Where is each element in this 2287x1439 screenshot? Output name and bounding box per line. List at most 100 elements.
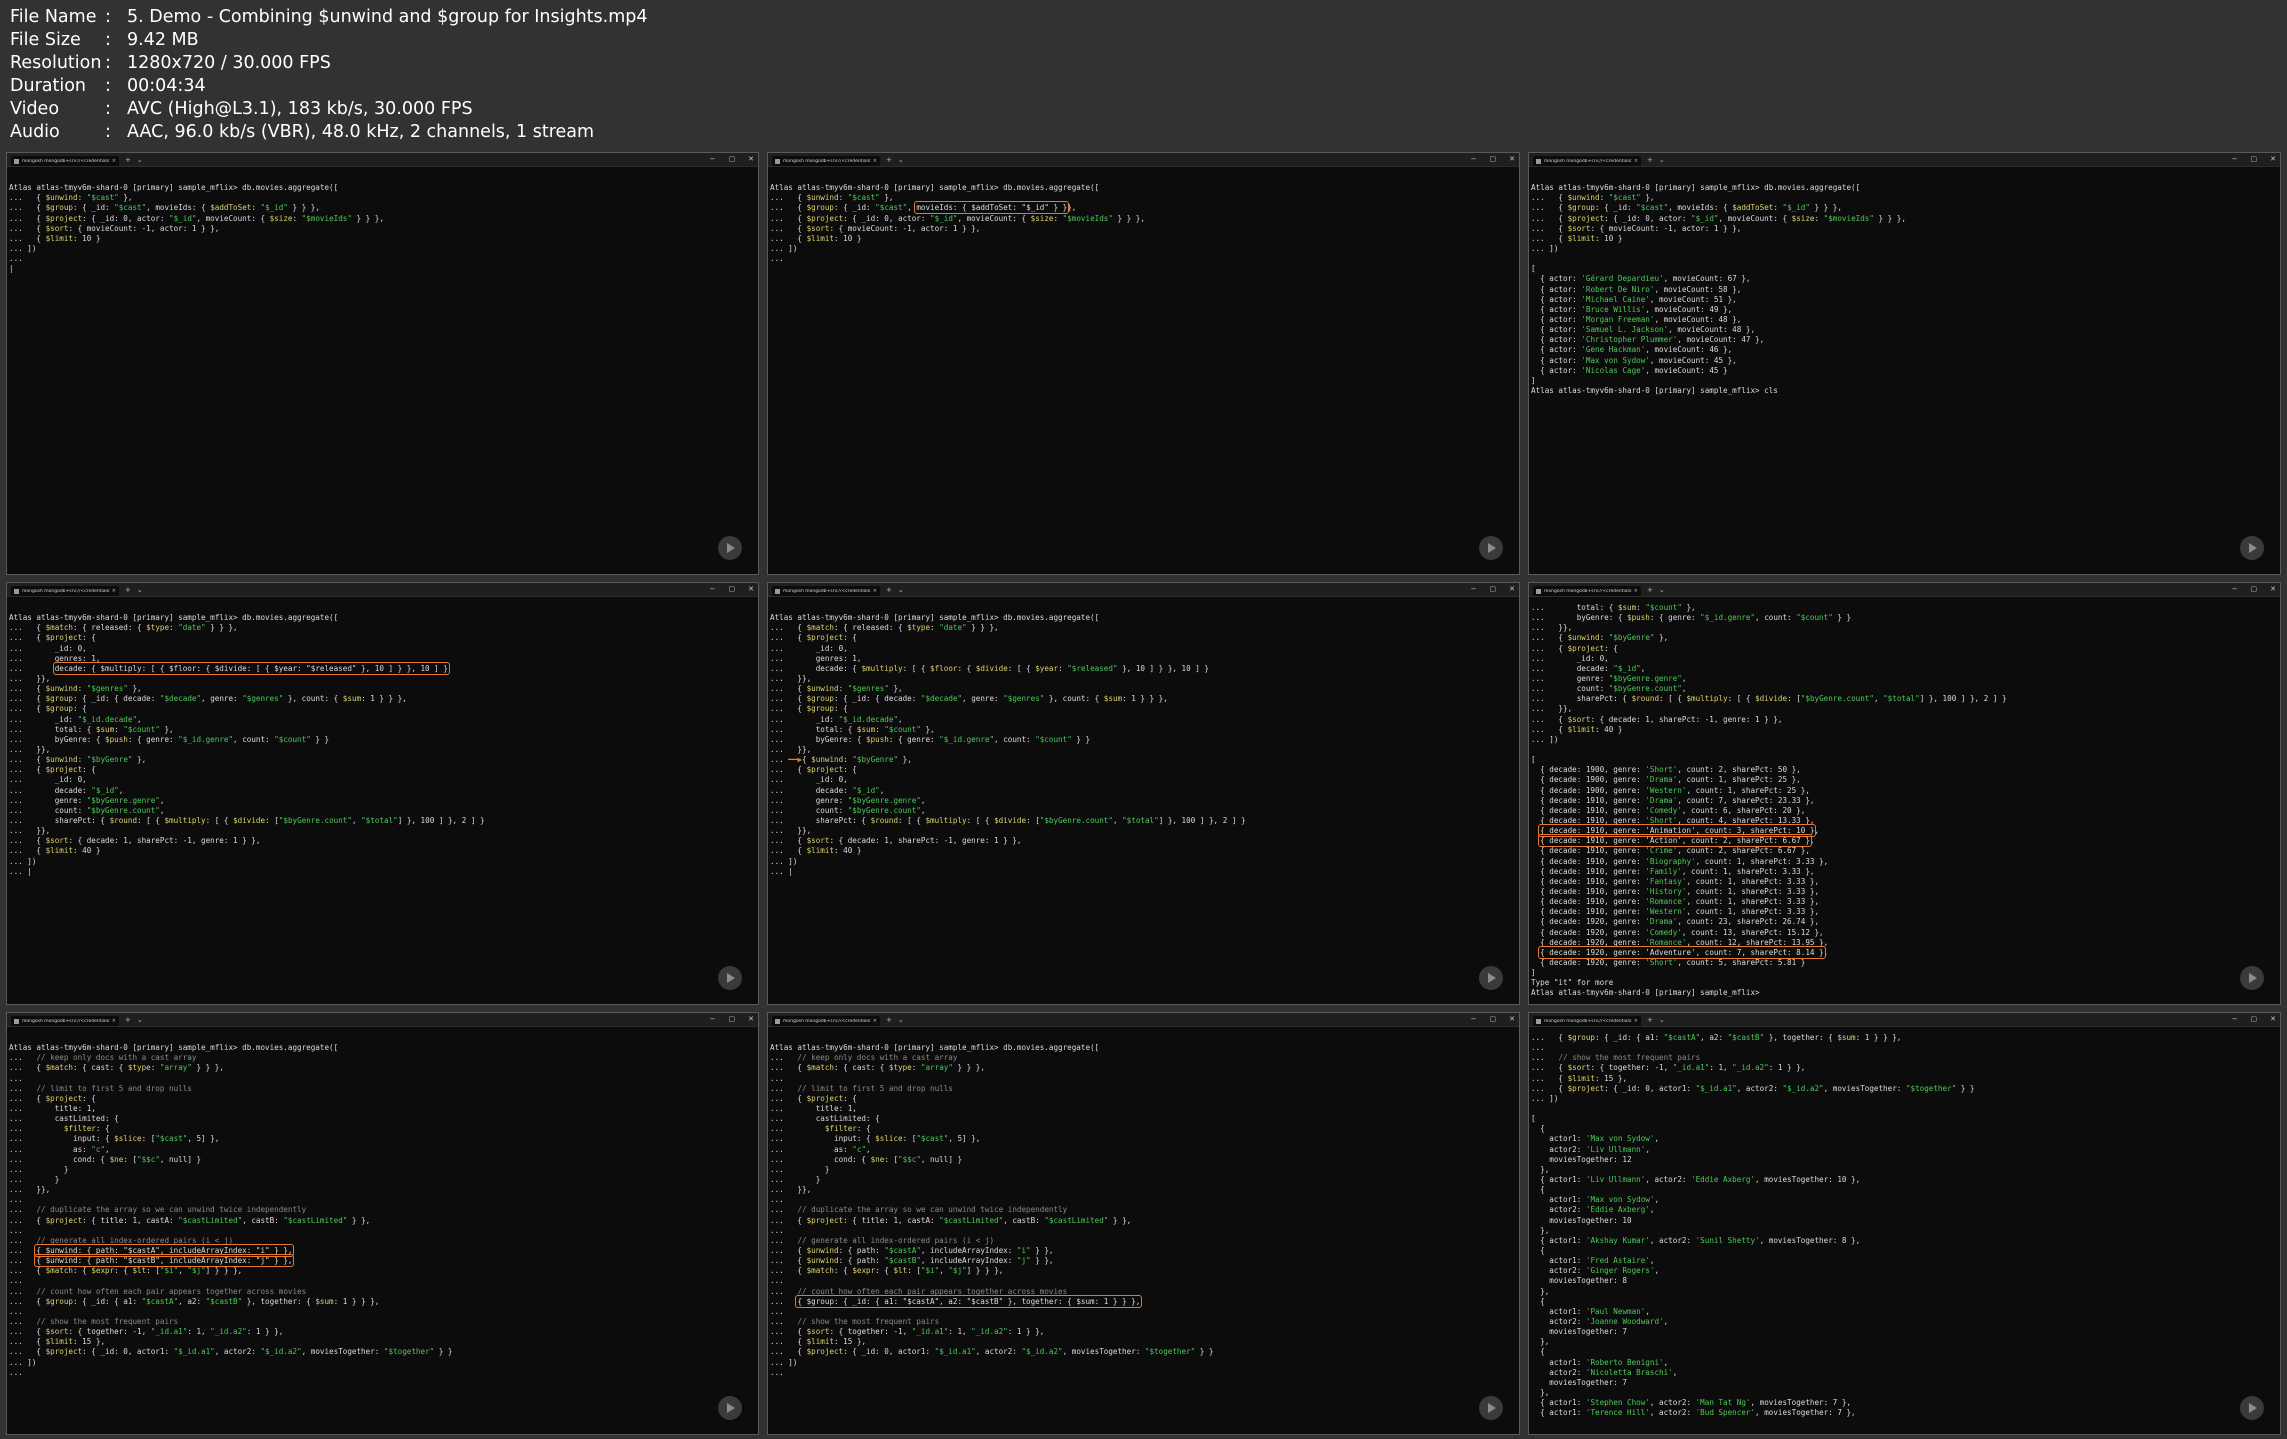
maximize-icon[interactable]: ▢ [2251,154,2258,164]
minimize-icon[interactable]: − [710,584,716,594]
code-token: : { _id: 0, actor: [82,213,170,223]
code-token: , count: [233,734,275,744]
new-tab-icon[interactable]: + [125,156,131,164]
terminal-tab[interactable]: mongosh mongodb+srv://<credentials>@ × [772,156,880,166]
terminal-tab[interactable]: mongosh mongodb+srv://<credentials>@ × [1533,156,1641,166]
maximize-icon[interactable]: ▢ [1490,1014,1497,1024]
new-tab-icon[interactable]: + [125,1016,131,1024]
terminal-line: ... [9,1368,754,1378]
minimize-icon[interactable]: − [1471,584,1477,594]
close-window-icon[interactable]: ✕ [748,154,754,164]
new-tab-icon[interactable]: + [1647,156,1653,164]
new-tab-icon[interactable]: + [886,156,892,164]
terminal-tab[interactable]: mongosh mongodb+srv://<credentials>@ × [11,586,119,596]
close-tab-icon[interactable]: × [1634,588,1638,594]
new-tab-icon[interactable]: + [886,586,892,594]
close-tab-icon[interactable]: × [873,158,877,164]
close-tab-icon[interactable]: × [112,1018,116,1024]
code-token: $group [45,203,74,213]
code-token: ... { [770,1256,807,1266]
code-token: } } [1195,1347,1214,1357]
terminal-line: ... { $limit: 40 } [770,846,1515,856]
close-tab-icon[interactable]: × [112,158,116,164]
terminal-line: ... { $group: { _id: "$cast", movieIds: … [9,203,754,213]
chevron-down-icon[interactable]: ⌄ [1659,156,1665,164]
terminal-line: ... [770,1307,1515,1317]
close-window-icon[interactable]: ✕ [2270,154,2276,164]
code-token: ... { [9,765,46,775]
maximize-icon[interactable]: ▢ [2251,1014,2258,1024]
play-icon[interactable] [1479,1396,1503,1420]
close-window-icon[interactable]: ✕ [1509,154,1515,164]
close-window-icon[interactable]: ✕ [748,1014,754,1024]
close-window-icon[interactable]: ✕ [1509,1014,1515,1024]
close-tab-icon[interactable]: × [873,1018,877,1024]
terminal-line: ... genres: 1, [9,654,754,664]
new-tab-icon[interactable]: + [1647,586,1653,594]
close-tab-icon[interactable]: × [1634,1018,1638,1024]
chevron-down-icon[interactable]: ⌄ [1659,1016,1665,1024]
play-icon[interactable] [718,536,742,560]
minimize-icon[interactable]: − [710,154,716,164]
close-window-icon[interactable]: ✕ [1509,584,1515,594]
chevron-down-icon[interactable]: ⌄ [137,586,143,594]
chevron-down-icon[interactable]: ⌄ [137,1016,143,1024]
minimize-icon[interactable]: − [2232,154,2238,164]
minimize-icon[interactable]: − [2232,1014,2238,1024]
terminal-tab[interactable]: mongosh mongodb+srv://<credentials>@ × [1533,586,1641,596]
play-icon[interactable] [1479,536,1503,560]
code-token: }, [1531,1337,1550,1347]
new-tab-icon[interactable]: + [886,1016,892,1024]
minimize-icon[interactable]: − [1471,154,1477,164]
code-token: , movieCount: 48 }, [1654,314,1742,324]
code-token: ... { [770,846,807,856]
file-info-row: Audio: AAC, 96.0 kb/s (VBR), 48.0 kHz, 2 … [10,121,648,144]
minimize-icon[interactable]: − [1471,1014,1477,1024]
chevron-down-icon[interactable]: ⌄ [1659,586,1665,594]
terminal-line: ... { $unwind: { path: "$castA", include… [770,1246,1515,1256]
terminal-line: ... { $sort: { decade: 1, sharePct: -1, … [770,836,1515,846]
maximize-icon[interactable]: ▢ [2251,584,2258,594]
code-token: : { together: -1, [68,1327,151,1337]
terminal-tab[interactable]: mongosh mongodb+srv://<credentials>@ × [772,586,880,596]
minimize-icon[interactable]: − [2232,584,2238,594]
code-token: } } }, [191,1063,224,1073]
close-window-icon[interactable]: ✕ [748,584,754,594]
terminal-tab[interactable]: mongosh mongodb+srv://<credentials>@ × [11,1016,119,1026]
play-icon[interactable] [718,1396,742,1420]
new-tab-icon[interactable]: + [125,586,131,594]
chevron-down-icon[interactable]: ⌄ [898,1016,904,1024]
close-tab-icon[interactable]: × [112,588,116,594]
terminal-line: ... { $limit: 10 } [1531,234,2276,244]
chevron-down-icon[interactable]: ⌄ [898,586,904,594]
terminal-tab[interactable]: mongosh mongodb+srv://<credentials>@ × [1533,1016,1641,1026]
close-tab-icon[interactable]: × [1634,158,1638,164]
terminal-line: { actor: 'Morgan Freeman', movieCount: 4… [1531,315,2276,325]
maximize-icon[interactable]: ▢ [1490,154,1497,164]
terminal-tab[interactable]: mongosh mongodb+srv://<credentials>@ × [772,1016,880,1026]
play-icon[interactable] [718,966,742,990]
code-token: "$cast" [875,203,908,213]
close-window-icon[interactable]: ✕ [2270,584,2276,594]
maximize-icon[interactable]: ▢ [729,1014,736,1024]
close-tab-icon[interactable]: × [873,588,877,594]
code-token: "$$c" [137,1154,160,1164]
maximize-icon[interactable]: ▢ [729,584,736,594]
play-icon[interactable] [2240,536,2264,560]
play-icon[interactable] [2240,966,2264,990]
play-icon[interactable] [1479,966,1503,990]
terminal-line: ... // keep only docs with a cast array [770,1053,1515,1063]
close-window-icon[interactable]: ✕ [2270,1014,2276,1024]
maximize-icon[interactable]: ▢ [729,154,736,164]
code-token: // show the most frequent pairs [797,1316,940,1326]
play-icon[interactable] [2240,1396,2264,1420]
terminal-tab[interactable]: mongosh mongodb+srv://<credentials>@ × [11,156,119,166]
chevron-down-icon[interactable]: ⌄ [898,156,904,164]
new-tab-icon[interactable]: + [1647,1016,1653,1024]
code-token: : [114,724,124,734]
maximize-icon[interactable]: ▢ [1490,584,1497,594]
code-token: } } [1071,734,1091,744]
code-token: [ [1531,755,1536,765]
chevron-down-icon[interactable]: ⌄ [137,156,143,164]
minimize-icon[interactable]: − [710,1014,716,1024]
